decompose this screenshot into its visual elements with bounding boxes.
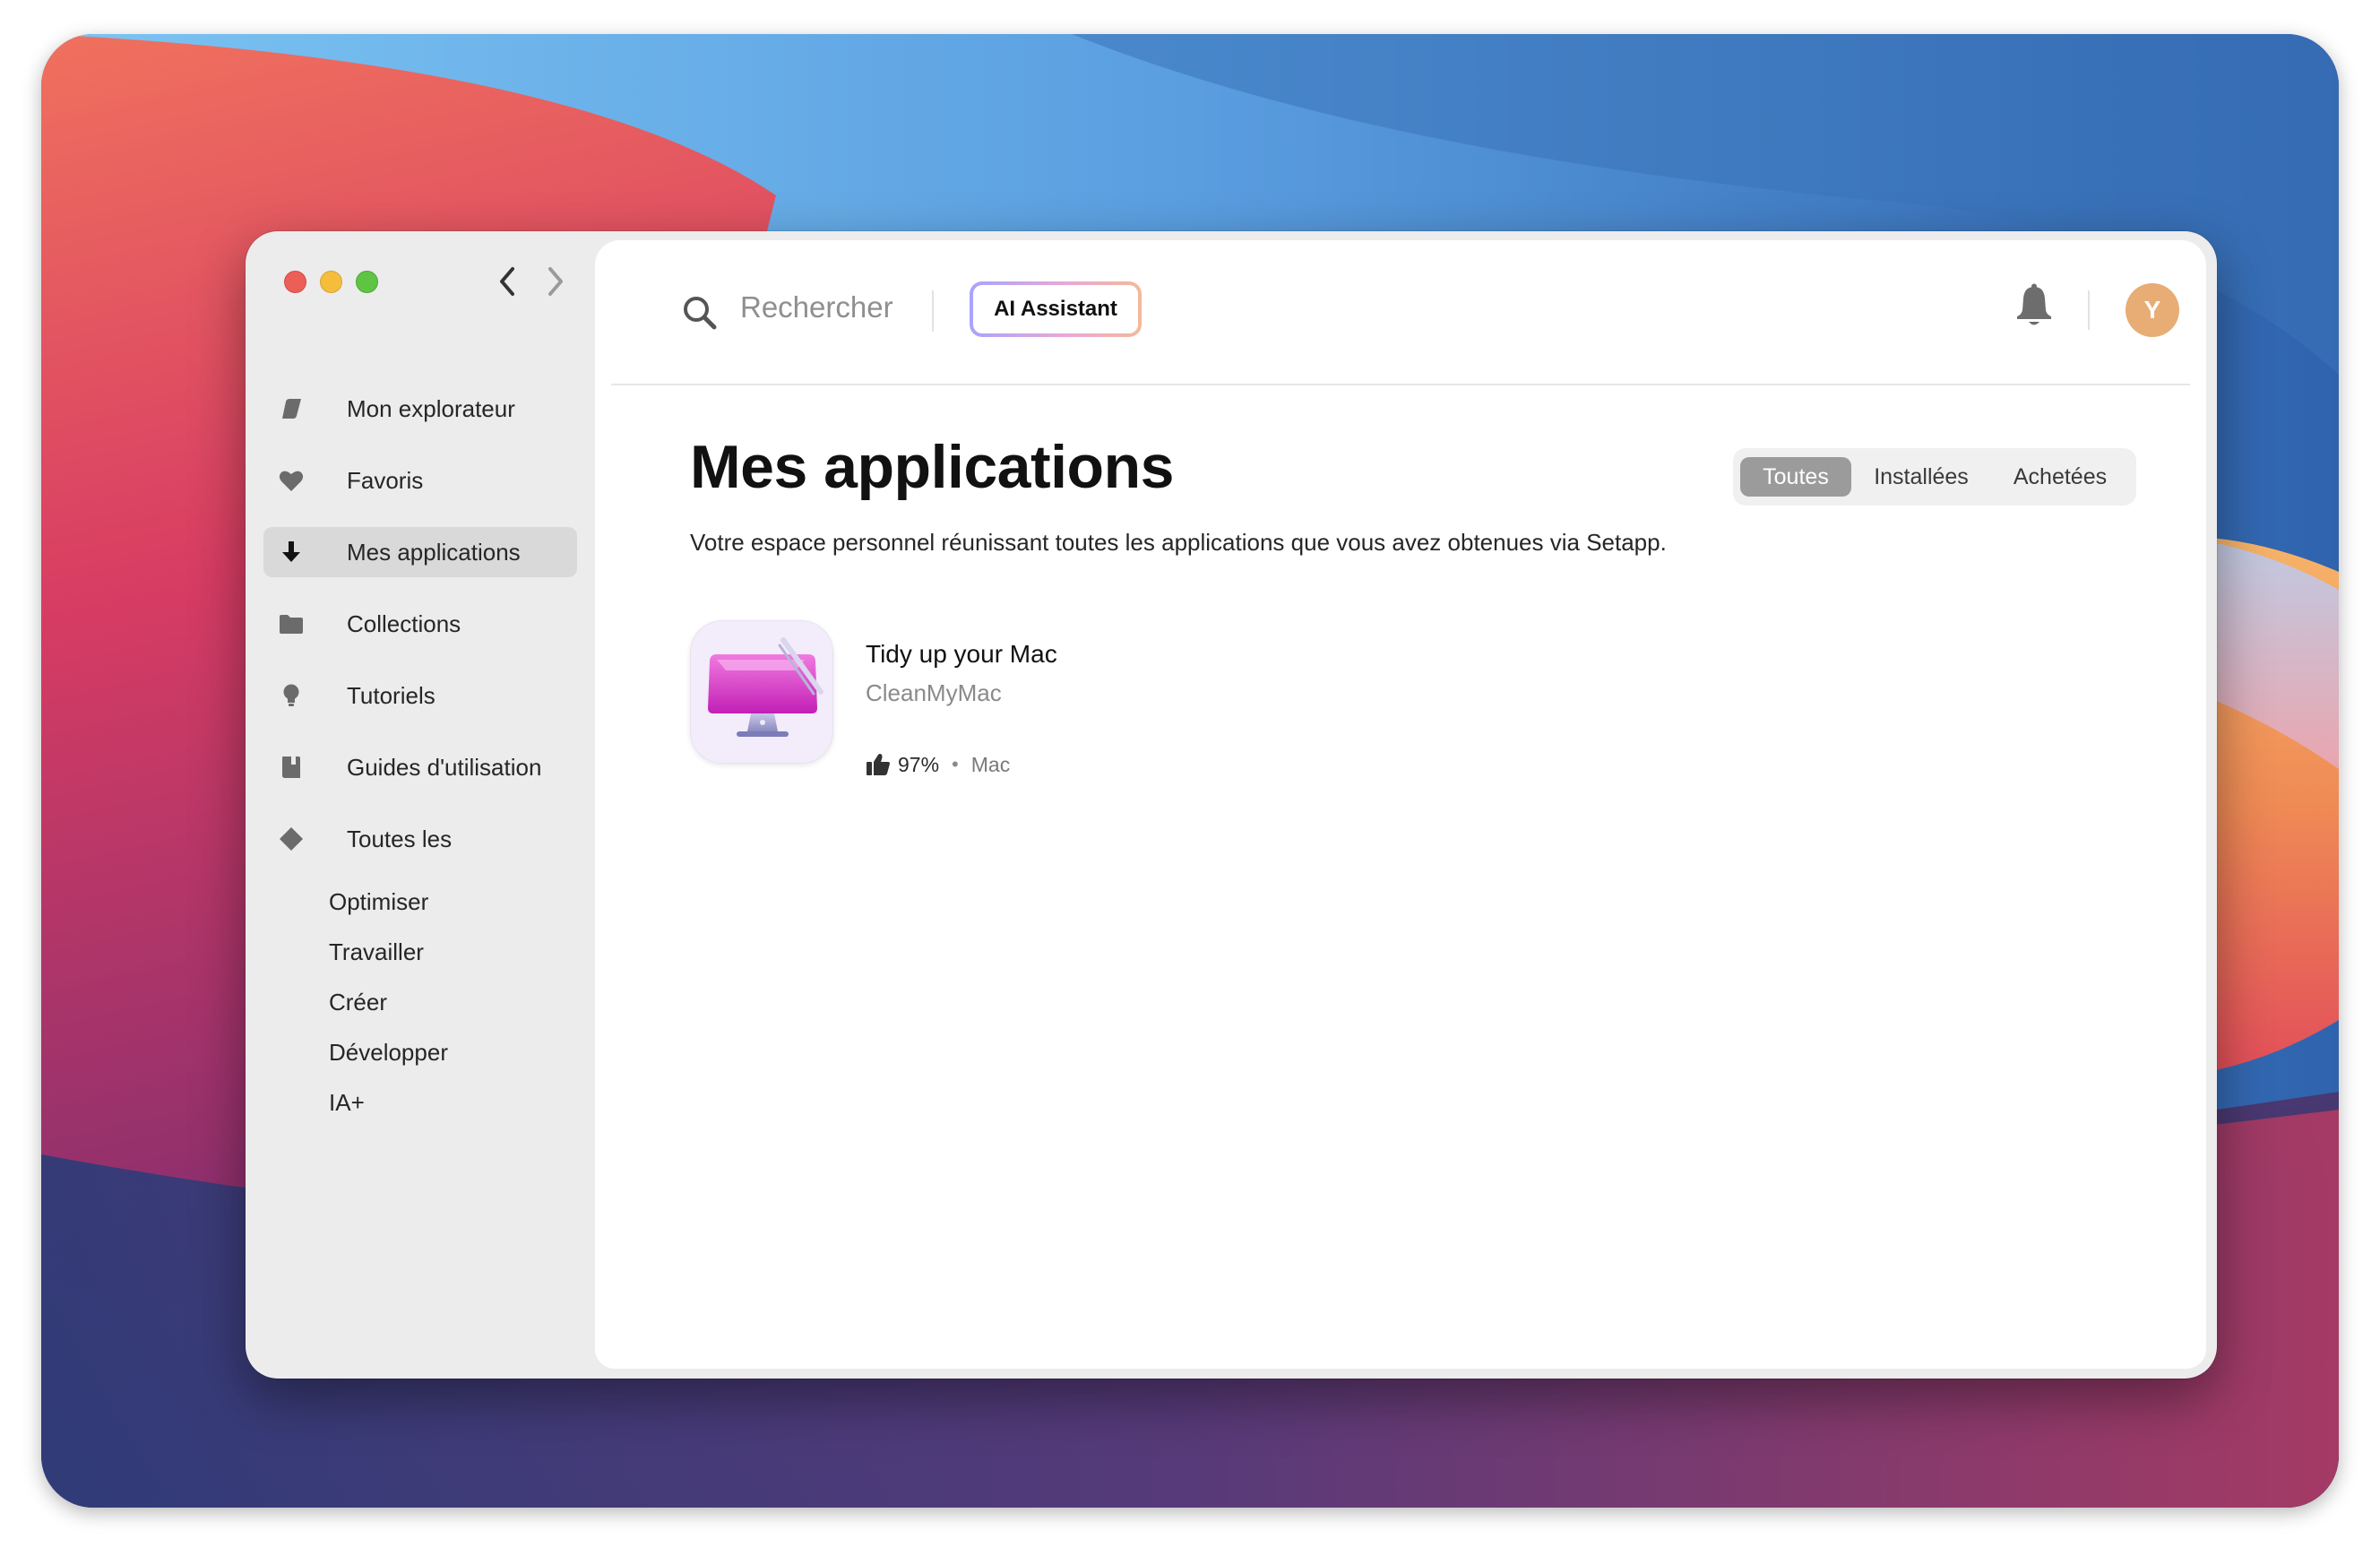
desktop-wallpaper: Mon explorateur Favoris Mes applications: [41, 34, 2339, 1508]
app-window: Mon explorateur Favoris Mes applications: [246, 231, 2217, 1379]
header-divider: [2088, 290, 2090, 330]
main-pane: Rechercher AI Assistant Y Mes applicatio…: [595, 240, 2206, 1369]
filter-segmented-control: Toutes Installées Achetées: [1733, 448, 2136, 506]
sidebar-item-label: Toutes les: [347, 826, 453, 852]
sidebar-item-label: Mon explorateur: [347, 395, 515, 422]
sidebar-category-travailler[interactable]: Travailler: [329, 938, 424, 966]
chevron-right-icon: [548, 267, 563, 296]
sidebar-item-mon-explorateur[interactable]: Mon explorateur: [263, 384, 577, 434]
thumbs-up-icon: [867, 754, 890, 775]
download-arrow-icon: [282, 541, 300, 562]
ai-assistant-label: AI Assistant: [973, 285, 1138, 333]
book-icon: [282, 756, 300, 778]
sidebar-category-developper[interactable]: Développer: [329, 1039, 448, 1067]
sidebar-item-guides[interactable]: Guides d'utilisation: [263, 742, 577, 792]
app-meta: 97% • Mac: [866, 749, 1010, 780]
diamond-icon: [280, 827, 303, 851]
ai-assistant-button[interactable]: AI Assistant: [970, 281, 1142, 337]
filter-toutes[interactable]: Toutes: [1740, 457, 1851, 497]
app-rating: 97%: [898, 752, 940, 776]
search-input[interactable]: Rechercher: [740, 290, 893, 324]
sidebar-category-ia-plus[interactable]: IA+: [329, 1089, 365, 1117]
chevron-left-icon: [500, 267, 514, 296]
sidebar-item-mes-applications[interactable]: Mes applications: [263, 527, 577, 577]
lightbulb-icon: [283, 684, 299, 706]
page-subtitle: Votre espace personnel réunissant toutes…: [690, 529, 1667, 556]
filter-achetees[interactable]: Achetées: [1993, 457, 2127, 497]
app-card-cleanmymac[interactable]: Tidy up your Mac CleanMyMac 97% • Mac: [690, 620, 1317, 800]
minimize-icon[interactable]: [320, 271, 342, 293]
app-platform: Mac: [970, 752, 1011, 776]
header-divider: [932, 290, 934, 332]
forward-button[interactable]: [538, 262, 573, 301]
sidebar-item-label: Favoris: [347, 467, 424, 494]
avatar[interactable]: Y: [2126, 283, 2179, 337]
sidebar-category-optimiser[interactable]: Optimiser: [329, 888, 428, 916]
app-tagline: Tidy up your Mac: [866, 640, 1057, 668]
filter-installees[interactable]: Installées: [1858, 457, 1984, 497]
zoom-icon[interactable]: [356, 271, 378, 293]
bell-icon[interactable]: [2014, 283, 2054, 328]
sidebar-item-label: Tutoriels: [347, 682, 435, 709]
sidebar-item-toutes-les[interactable]: Toutes les: [263, 814, 577, 864]
app-name: CleanMyMac: [866, 679, 1002, 706]
sidebar-category-creer[interactable]: Créer: [329, 989, 387, 1016]
search-icon: [684, 297, 717, 330]
sidebar-item-favoris[interactable]: Favoris: [263, 455, 577, 506]
close-icon[interactable]: [284, 271, 306, 293]
sidebar-item-label: Mes applications: [347, 539, 521, 566]
cleanmymac-app-icon: [690, 620, 833, 764]
sidebar-item-label: Guides d'utilisation: [347, 754, 542, 781]
back-button[interactable]: [489, 262, 525, 301]
heart-icon: [279, 471, 304, 491]
folder-icon: [280, 615, 303, 634]
sidebar-item-label: Collections: [347, 610, 461, 637]
meta-separator: •: [952, 753, 959, 775]
sidebar: Mon explorateur Favoris Mes applications: [246, 231, 595, 1379]
header-separator: [611, 384, 2190, 385]
compass-leaf-icon: [282, 399, 301, 419]
page-title: Mes applications: [690, 433, 1174, 501]
sidebar-item-tutoriels[interactable]: Tutoriels: [263, 670, 577, 721]
sidebar-item-collections[interactable]: Collections: [263, 599, 577, 649]
